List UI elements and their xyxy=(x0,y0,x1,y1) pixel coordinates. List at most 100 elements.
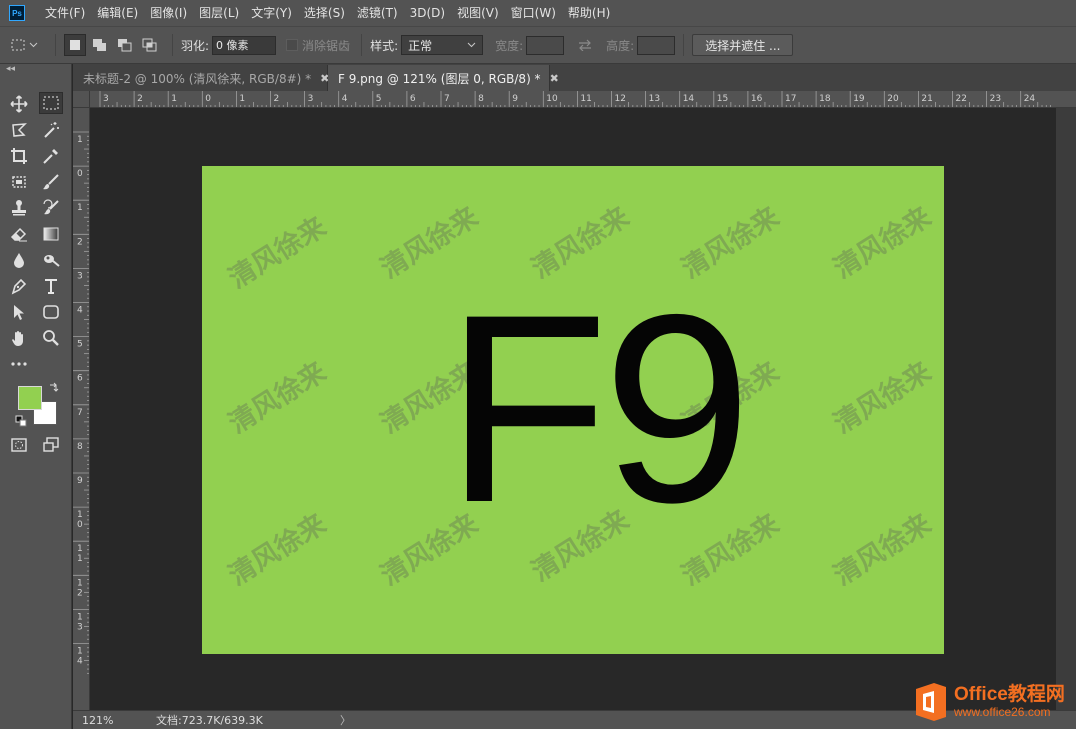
gradient-tool[interactable] xyxy=(39,223,63,245)
magnifier-icon xyxy=(43,330,59,346)
height-label: 高度: xyxy=(606,38,635,53)
width-label: 宽度: xyxy=(495,38,524,53)
ruler-label: 4 xyxy=(77,306,83,316)
ruler-label: 20 xyxy=(887,94,899,104)
stamp-tool[interactable] xyxy=(7,197,31,219)
eyedropper-tool[interactable] xyxy=(39,145,63,167)
menu-window[interactable]: 窗口(W) xyxy=(505,0,562,26)
menu-file[interactable]: 文件(F) xyxy=(39,0,91,26)
tab-untitled-2[interactable]: 未标题-2 @ 100% (清风徐来, RGB/8#) * ✖ xyxy=(73,65,329,91)
ruler-label: 9 xyxy=(77,476,83,486)
zoom-tool[interactable] xyxy=(39,327,63,349)
pen-tool[interactable] xyxy=(7,275,31,297)
select-and-mask-button[interactable]: 选择并遮住 ... xyxy=(692,34,794,56)
add-to-selection-icon[interactable] xyxy=(89,34,111,56)
rect-marquee-icon xyxy=(43,96,59,110)
lasso-tool[interactable] xyxy=(7,119,31,141)
quick-mask-button[interactable] xyxy=(7,434,31,456)
ruler-corner[interactable] xyxy=(73,91,90,108)
zoom-level-field[interactable]: 121% xyxy=(73,714,118,727)
type-tool[interactable] xyxy=(39,275,63,297)
menu-type[interactable]: 文字(Y) xyxy=(245,0,298,26)
swap-width-height-icon[interactable] xyxy=(574,34,596,56)
rect-marquee-tool[interactable] xyxy=(39,92,63,114)
ruler-label: 1 xyxy=(171,94,177,104)
ruler-label: 0 xyxy=(77,520,83,530)
history-brush-icon xyxy=(43,199,59,215)
photoshop-logo[interactable]: Ps xyxy=(9,5,25,21)
vertical-ruler[interactable]: 101234567891011121314 xyxy=(73,108,90,710)
style-select[interactable]: 正常 xyxy=(401,35,484,55)
tab-label: F 9.png @ 121% (图层 0, RGB/8) * xyxy=(338,71,541,86)
move-tool[interactable] xyxy=(7,93,31,115)
menu-view[interactable]: 视图(V) xyxy=(451,0,505,26)
menu-layer[interactable]: 图层(L) xyxy=(193,0,245,26)
hand-tool[interactable] xyxy=(7,327,31,349)
ruler-label: 19 xyxy=(853,94,865,104)
shape-tool[interactable] xyxy=(39,301,63,323)
type-icon xyxy=(45,279,57,294)
swap-colors-icon[interactable] xyxy=(48,381,60,393)
path-selection-arrow-icon xyxy=(14,305,24,320)
menu-3d[interactable]: 3D(D) xyxy=(404,0,451,26)
status-menu-arrow[interactable]: 〉 xyxy=(340,712,351,728)
ruler-label: 3 xyxy=(77,622,83,632)
menu-help[interactable]: 帮助(H) xyxy=(562,0,616,26)
ruler-label: 7 xyxy=(444,94,450,104)
crop-tool[interactable] xyxy=(7,145,31,167)
menu-image[interactable]: 图像(I) xyxy=(144,0,193,26)
collapse-panel-icon[interactable]: ◂◂ xyxy=(6,64,15,74)
ruler-label: 4 xyxy=(342,94,348,104)
style-select-value: 正常 xyxy=(408,38,433,53)
menu-select[interactable]: 选择(S) xyxy=(298,0,351,26)
tool-preset-picker[interactable] xyxy=(6,34,44,56)
document-canvas[interactable]: 清风徐来 清风徐来 清风徐来 清风徐来 清风徐来 清风徐来 清风徐来 清风徐来 … xyxy=(202,166,944,654)
menu-filter[interactable]: 滤镜(T) xyxy=(351,0,404,26)
edit-toolbar-button[interactable] xyxy=(7,353,31,375)
intersect-selection-icon[interactable] xyxy=(139,34,161,56)
eraser-tool[interactable] xyxy=(7,223,31,245)
ruler-label: 8 xyxy=(77,442,83,452)
horizontal-ruler[interactable]: 3 2 1 0 1 2 3 4 5 6 7 8 9 10 11 12 13 14 15 16 17 18 19 20 21 22 2… xyxy=(90,91,1076,108)
magic-wand-tool[interactable] xyxy=(39,119,63,141)
default-colors-icon[interactable] xyxy=(15,415,27,427)
antialias-checkbox[interactable] xyxy=(286,39,299,51)
separator xyxy=(55,34,56,56)
path-selection-tool[interactable] xyxy=(7,301,31,323)
blur-tool[interactable] xyxy=(7,249,31,271)
ruler-label: 4 xyxy=(77,657,83,667)
feather-input[interactable]: 0 像素 xyxy=(212,35,277,55)
blur-drop-icon xyxy=(14,253,24,268)
brush-tool[interactable] xyxy=(39,171,63,193)
tab-f9-png[interactable]: F 9.png @ 121% (图层 0, RGB/8) * ✖ xyxy=(328,65,559,91)
ruler-label: 12 xyxy=(615,94,626,104)
move-icon xyxy=(10,95,28,113)
ruler-label: 2 xyxy=(274,94,280,104)
tab-label: 未标题-2 @ 100% (清风徐来, RGB/8#) * xyxy=(83,71,312,86)
hand-icon xyxy=(12,331,23,346)
logo-site-name: Office教程网 xyxy=(954,684,1065,705)
ruler-label: 0 xyxy=(77,169,83,179)
watermark: 清风徐来 xyxy=(828,356,937,440)
logo-site-url: www.office26.com xyxy=(954,705,1051,719)
history-brush-tool[interactable] xyxy=(39,197,63,219)
watermark: 清风徐来 xyxy=(223,508,332,592)
foreground-color-swatch[interactable] xyxy=(18,386,42,410)
separator xyxy=(683,34,685,56)
vertical-scrollbar[interactable] xyxy=(1056,108,1076,710)
menu-edit[interactable]: 编辑(E) xyxy=(91,0,144,26)
subtract-from-selection-icon[interactable] xyxy=(114,34,136,56)
ruler-label: 1 xyxy=(77,554,83,564)
separator xyxy=(172,34,173,56)
frame-tool[interactable] xyxy=(7,171,31,193)
ruler-label: 3 xyxy=(103,94,109,104)
dodge-tool[interactable] xyxy=(39,249,63,271)
new-selection-icon[interactable] xyxy=(64,34,86,56)
chevron-down-icon xyxy=(467,42,476,48)
feather-label: 羽化: xyxy=(181,38,210,53)
separator xyxy=(361,34,363,56)
lasso-icon xyxy=(12,123,27,137)
close-icon[interactable]: ✖ xyxy=(550,72,559,85)
screen-mode-button[interactable] xyxy=(39,434,63,456)
ruler-label: 2 xyxy=(77,588,83,598)
